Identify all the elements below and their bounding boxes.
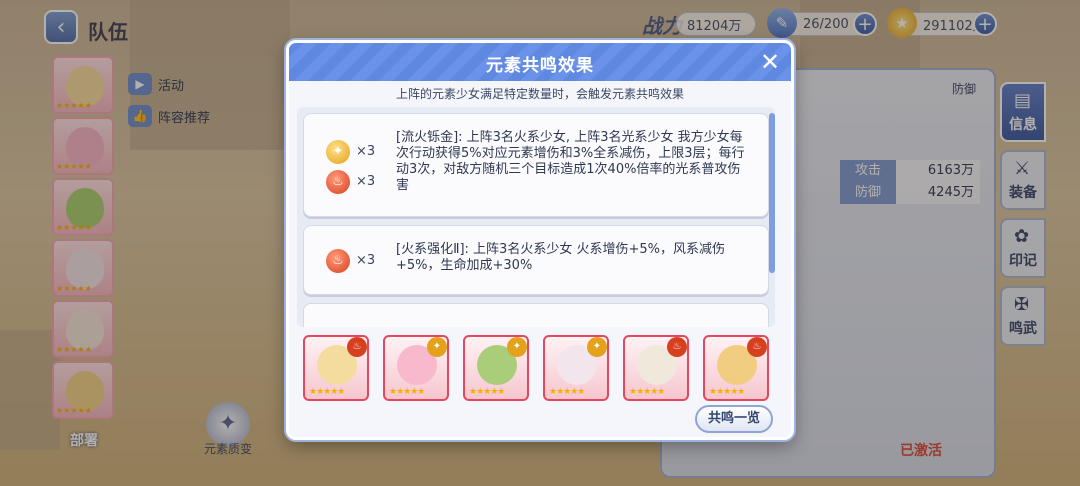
- effect-description: [流火铄金]: 上阵3名火系少女, 上阵3名光系少女 我方少女每次行动获得5%对…: [396, 130, 745, 193]
- effect-list[interactable]: ✦ ×3 ♨ ×3 [流火铄金]: 上阵3名火系少女, 上阵3名光系少女 我方少…: [297, 107, 775, 327]
- element-multiplier: ×3: [356, 174, 376, 189]
- element-multiplier: ×3: [356, 144, 376, 159]
- dialog-title: 元素共鸣效果: [486, 56, 594, 76]
- dialog-subtitle: 上阵的元素少女满足特定数量时，会触发元素共鸣效果: [395, 87, 684, 101]
- effect-list-scrollbar[interactable]: [769, 113, 775, 273]
- fire-element-icon: ♨: [326, 249, 350, 273]
- fire-element-icon: ♨: [747, 337, 767, 357]
- resonance-overview-button[interactable]: 共鸣一览: [695, 405, 773, 433]
- hero-card[interactable]: ✦ ★★★★★: [383, 335, 449, 401]
- hero-card[interactable]: ✦ ★★★★★: [463, 335, 529, 401]
- star-rating: ★★★★★: [389, 387, 425, 397]
- hero-card[interactable]: ♨ ★★★★★: [623, 335, 689, 401]
- fire-element-icon: ♨: [667, 337, 687, 357]
- fire-element-icon: ♨: [326, 170, 350, 194]
- star-rating: ★★★★★: [549, 387, 585, 397]
- fire-element-icon: ♨: [347, 337, 367, 357]
- effect-card: [303, 303, 769, 327]
- close-icon[interactable]: ✕: [757, 49, 783, 75]
- element-multiplier: ×3: [356, 253, 376, 268]
- star-rating: ★★★★★: [629, 387, 665, 397]
- hero-lineup: ♨ ★★★★★ ✦ ★★★★★ ✦ ★★★★★ ✦ ★★★★★ ♨ ★★★★★ …: [303, 335, 783, 401]
- star-rating: ★★★★★: [709, 387, 745, 397]
- effect-card: ♨ ×3 [火系强化Ⅱ]: 上阵3名火系少女 火系增伤+5%，风系减伤+5%，生…: [303, 225, 769, 295]
- star-rating: ★★★★★: [469, 387, 505, 397]
- hero-card[interactable]: ✦ ★★★★★: [543, 335, 609, 401]
- effect-card: ✦ ×3 ♨ ×3 [流火铄金]: 上阵3名火系少女, 上阵3名光系少女 我方少…: [303, 113, 769, 217]
- element-resonance-dialog: 元素共鸣效果 ✕ 上阵的元素少女满足特定数量时，会触发元素共鸣效果 ✦ ×3 ♨…: [286, 40, 794, 440]
- light-element-icon: ✦: [507, 337, 527, 357]
- light-element-icon: ✦: [326, 140, 350, 164]
- light-element-icon: ✦: [587, 337, 607, 357]
- effect-description: [火系强化Ⅱ]: 上阵3名火系少女 火系增伤+5%，风系减伤+5%，生命加成+3…: [396, 242, 725, 273]
- hero-card[interactable]: ♨ ★★★★★: [303, 335, 369, 401]
- star-rating: ★★★★★: [309, 387, 345, 397]
- hero-card[interactable]: ♨ ★★★★★: [703, 335, 769, 401]
- light-element-icon: ✦: [427, 337, 447, 357]
